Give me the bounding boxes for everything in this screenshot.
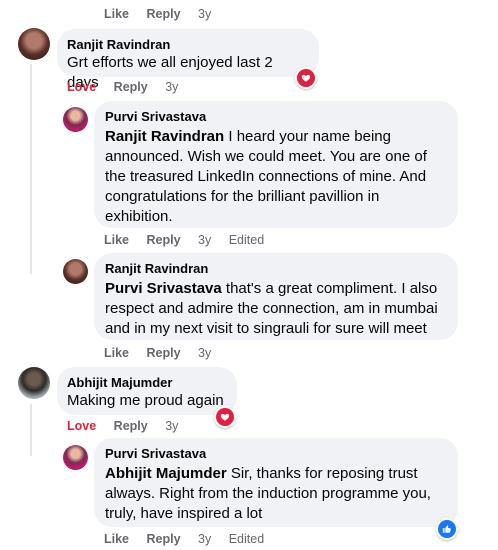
comment-bubble: Ranjit Ravindran Grt efforts we all enjo… <box>57 29 319 91</box>
reply-bubble: Purvi Srivastava Abhijit Majumder Sir, t… <box>94 438 458 527</box>
comment-timestamp[interactable]: 3y <box>198 233 211 247</box>
comment-text: Abhijit Majumder Sir, thanks for reposin… <box>105 465 431 522</box>
like-icon[interactable] <box>436 518 458 540</box>
thread-line <box>30 404 32 456</box>
comment-timestamp[interactable]: 3y <box>198 346 211 360</box>
avatar[interactable] <box>18 28 50 60</box>
love-button[interactable]: Love <box>67 80 96 94</box>
reply-button[interactable]: Reply <box>147 346 181 360</box>
comment-actions: Like Reply 3y Edited <box>104 532 278 546</box>
comment-author[interactable]: Ranjit Ravindran <box>105 261 446 277</box>
avatar[interactable] <box>63 107 88 132</box>
comment-bubble: Abhijit Majumder Making me proud again <box>57 367 237 415</box>
like-button[interactable]: Like <box>104 7 129 21</box>
comment-author[interactable]: Purvi Srivastava <box>105 109 446 125</box>
avatar[interactable] <box>63 445 88 470</box>
like-button[interactable]: Like <box>104 532 129 546</box>
comment-actions: Love Reply 3y <box>67 80 192 94</box>
edited-label: Edited <box>228 233 265 247</box>
reply-button[interactable]: Reply <box>147 233 181 247</box>
comment-actions: Like Reply 3y Edited <box>104 233 278 247</box>
reply-button[interactable]: Reply <box>147 7 181 21</box>
love-icon[interactable] <box>295 67 317 89</box>
comment-text: Making me proud again <box>67 392 224 409</box>
comment-timestamp[interactable]: 3y <box>165 419 178 433</box>
edited-label: Edited <box>228 532 265 546</box>
reply-bubble: Ranjit Ravindran Purvi Srivastava that's… <box>94 253 458 340</box>
comment-text: Purvi Srivastava that's a great complime… <box>105 280 438 337</box>
avatar[interactable] <box>63 259 88 284</box>
like-button[interactable]: Like <box>104 233 129 247</box>
mention-link[interactable]: Ranjit Ravindran <box>105 128 224 145</box>
comment-actions: Like Reply 3y <box>104 346 225 360</box>
reply-button[interactable]: Reply <box>114 419 148 433</box>
like-button[interactable]: Like <box>104 346 129 360</box>
avatar[interactable] <box>18 367 50 399</box>
comment-author[interactable]: Purvi Srivastava <box>105 446 446 462</box>
comment-text: Ranjit Ravindran I heard your name being… <box>105 128 427 225</box>
love-icon[interactable] <box>214 406 236 428</box>
comment-timestamp[interactable]: 3y <box>198 7 211 21</box>
love-button[interactable]: Love <box>67 419 96 433</box>
reply-button[interactable]: Reply <box>114 80 148 94</box>
thread-line <box>30 64 32 274</box>
reply-bubble: Purvi Srivastava Ranjit Ravindran I hear… <box>94 101 458 228</box>
comment-author[interactable]: Abhijit Majumder <box>67 375 225 391</box>
comment-actions: Love Reply 3y <box>67 419 192 433</box>
comment-actions: Like Reply 3y <box>104 7 225 21</box>
comment-author[interactable]: Ranjit Ravindran <box>67 37 307 53</box>
comment-timestamp[interactable]: 3y <box>165 80 178 94</box>
reply-button[interactable]: Reply <box>147 532 181 546</box>
mention-link[interactable]: Abhijit Majumder <box>105 465 227 482</box>
comment-timestamp[interactable]: 3y <box>198 532 211 546</box>
mention-link[interactable]: Purvi Srivastava <box>105 280 222 297</box>
